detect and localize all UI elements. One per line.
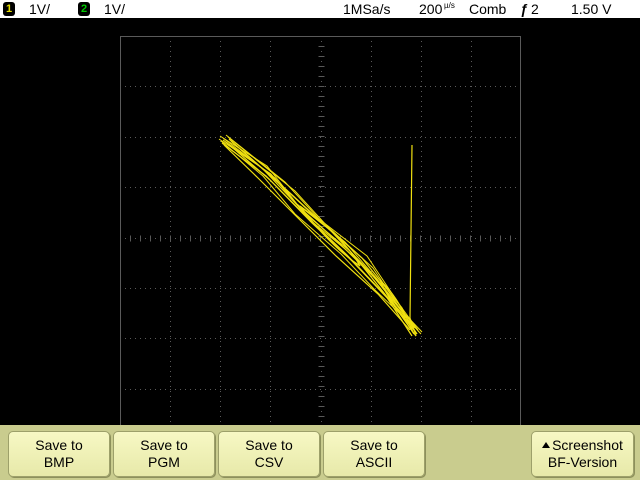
softkey-line1: Save to xyxy=(35,437,83,453)
trigger-level: 1.50 V xyxy=(571,1,612,17)
channel-1-badge[interactable]: 1 xyxy=(3,2,15,16)
trigger-source: 2 xyxy=(531,1,539,17)
trace-segment xyxy=(220,140,416,329)
channel-1-scale: 1V/ xyxy=(29,1,51,17)
sample-rate: 1MSa/s xyxy=(343,1,391,17)
trigger-edge-icon: ƒ xyxy=(520,1,528,17)
softkey-line1: Screenshot xyxy=(552,437,623,453)
softkey-line2: PGM xyxy=(148,454,180,470)
softkey-line2: ASCII xyxy=(355,454,393,470)
save-csv-button[interactable]: Save to CSV xyxy=(218,431,320,477)
save-pgm-button[interactable]: Save to PGM xyxy=(113,431,215,477)
timebase-value: 200 xyxy=(419,1,443,17)
softkey-line2: CSV xyxy=(254,454,284,470)
channel-2-badge[interactable]: 2 xyxy=(78,2,90,16)
status-bar: 1 1V/ 2 1V/ 1MSa/s 200 µ/s Comb ƒ 2 1.50… xyxy=(0,0,640,18)
softkey-line1: Save to xyxy=(350,437,398,453)
softkey-line1: Save to xyxy=(245,437,293,453)
timebase-unit: µ/s xyxy=(444,1,455,10)
acquisition-mode: Comb xyxy=(469,1,507,17)
waveform-display[interactable] xyxy=(0,18,640,439)
menu-up-arrow-icon xyxy=(542,442,551,448)
save-ascii-button[interactable]: Save to ASCII xyxy=(323,431,425,477)
screenshot-menu-button[interactable]: Screenshot BF-Version xyxy=(531,431,634,477)
softkey-bar: Save to BMP Save to PGM Save to CSV Save… xyxy=(0,425,640,480)
softkey-line2: BMP xyxy=(43,454,75,470)
softkey-line2: BF-Version xyxy=(547,454,618,470)
save-bmp-button[interactable]: Save to BMP xyxy=(8,431,110,477)
trace-segment xyxy=(409,144,417,337)
graticule xyxy=(120,36,521,439)
softkey-line1: Save to xyxy=(140,437,188,453)
channel-2-scale: 1V/ xyxy=(104,1,126,17)
trace-segment xyxy=(223,144,411,331)
grid-lines xyxy=(120,36,521,439)
